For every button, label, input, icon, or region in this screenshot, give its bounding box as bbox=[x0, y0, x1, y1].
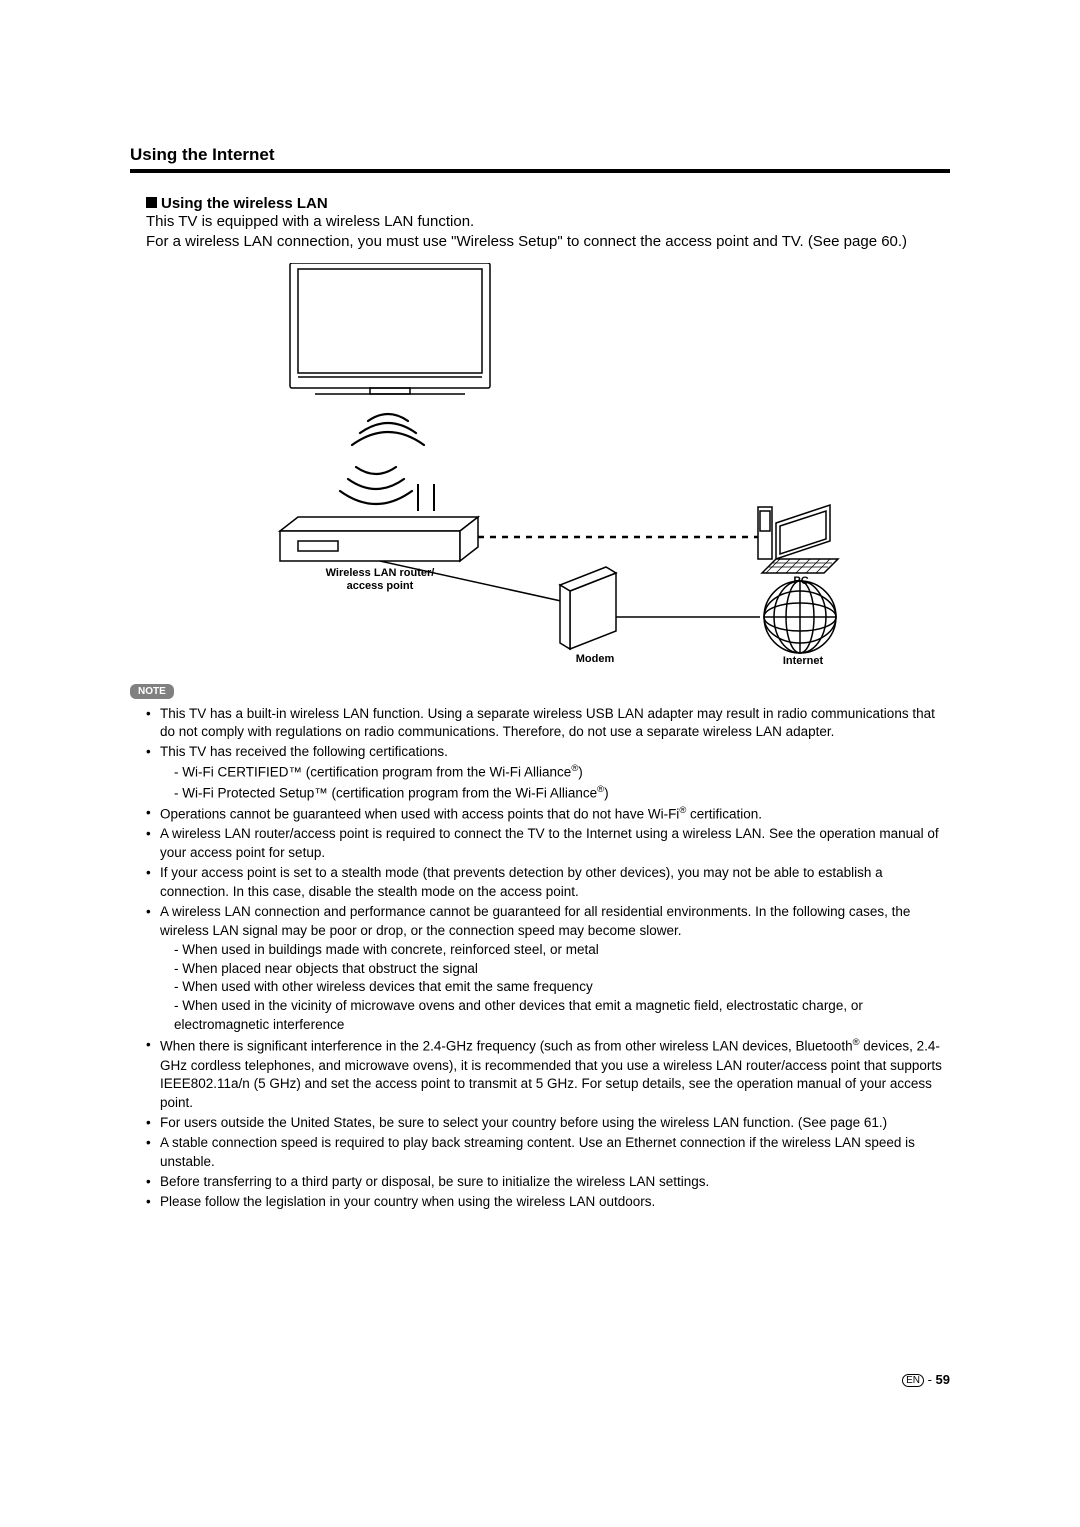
note-text: certification. bbox=[686, 806, 762, 821]
note-item: A wireless LAN router/access point is re… bbox=[146, 825, 950, 863]
note-item: Before transferring to a third party or … bbox=[146, 1173, 950, 1192]
note-badge: NOTE bbox=[130, 684, 174, 699]
note-item: For users outside the United States, be … bbox=[146, 1114, 950, 1133]
note-item: Operations cannot be guaranteed when use… bbox=[146, 804, 950, 824]
subsection-heading-text: Using the wireless LAN bbox=[161, 195, 328, 212]
note-sub: - When used in the vicinity of microwave… bbox=[160, 997, 950, 1035]
label-router: Wireless LAN router/access point bbox=[310, 567, 450, 593]
label-modem: Modem bbox=[560, 653, 630, 666]
note-sub: - Wi-Fi Protected Setup™ (certification … bbox=[160, 783, 950, 803]
label-pc: PC bbox=[776, 575, 826, 588]
diagram-svg bbox=[220, 263, 860, 663]
note-item: When there is significant interference i… bbox=[146, 1036, 950, 1113]
note-sub: - Wi-Fi CERTIFIED™ (certification progra… bbox=[160, 762, 950, 782]
note-sub-text: - Wi-Fi Protected Setup™ (certification … bbox=[174, 785, 597, 800]
subsection-heading: Using the wireless LAN bbox=[146, 195, 950, 212]
notes-list: This TV has a built-in wireless LAN func… bbox=[146, 705, 950, 1212]
square-bullet-icon bbox=[146, 195, 157, 212]
page-footer: EN - 59 bbox=[902, 1372, 950, 1387]
note-item: Please follow the legislation in your co… bbox=[146, 1193, 950, 1212]
intro-text: This TV is equipped with a wireless LAN … bbox=[146, 212, 950, 253]
intro-line-2: For a wireless LAN connection, you must … bbox=[146, 233, 907, 250]
note-text: This TV has received the following certi… bbox=[160, 744, 448, 759]
note-item: A wireless LAN connection and performanc… bbox=[146, 903, 950, 1035]
note-item: This TV has a built-in wireless LAN func… bbox=[146, 705, 950, 743]
registered-icon: ® bbox=[597, 784, 604, 795]
note-item: If your access point is set to a stealth… bbox=[146, 864, 950, 902]
lang-badge: EN bbox=[902, 1374, 924, 1387]
intro-line-1: This TV is equipped with a wireless LAN … bbox=[146, 213, 474, 230]
page-number: 59 bbox=[936, 1372, 950, 1387]
note-sub: - When used with other wireless devices … bbox=[160, 978, 950, 997]
label-internet: Internet bbox=[768, 655, 838, 668]
network-diagram: Wireless LAN router/access point Modem P… bbox=[220, 263, 860, 663]
registered-icon: ® bbox=[853, 1037, 860, 1048]
note-text: When there is significant interference i… bbox=[160, 1039, 853, 1054]
section-rule bbox=[130, 169, 950, 173]
note-item: A stable connection speed is required to… bbox=[146, 1134, 950, 1172]
note-text: Operations cannot be guaranteed when use… bbox=[160, 806, 679, 821]
note-sub: - When placed near objects that obstruct… bbox=[160, 960, 950, 979]
note-sub: - When used in buildings made with concr… bbox=[160, 941, 950, 960]
registered-icon: ® bbox=[571, 763, 578, 774]
note-text: A wireless LAN connection and performanc… bbox=[160, 904, 910, 938]
note-sub-text: - Wi-Fi CERTIFIED™ (certification progra… bbox=[174, 765, 571, 780]
note-item: This TV has received the following certi… bbox=[146, 743, 950, 803]
section-title: Using the Internet bbox=[130, 145, 950, 165]
footer-sep: - bbox=[924, 1372, 936, 1387]
